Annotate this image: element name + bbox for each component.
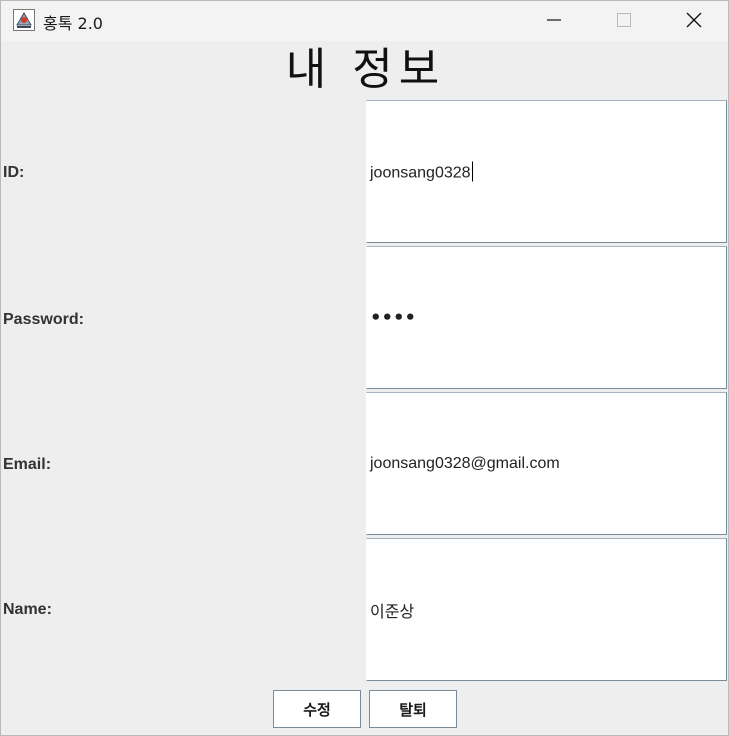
close-icon [686,12,702,28]
title-bar[interactable]: 홍톡 2.0 [1,1,728,41]
app-window: 홍톡 2.0 내 정보 ID: joonsang0328 Password: •… [0,0,729,736]
page-title: 내 정보 [285,44,446,95]
edit-button[interactable]: 수정 [273,690,361,728]
email-label: Email: [3,456,52,473]
minimize-icon [547,19,561,21]
maximize-button[interactable] [589,1,659,39]
name-label: Name: [3,601,52,618]
password-field[interactable]: •••• [366,246,727,389]
close-button[interactable] [659,1,728,39]
password-value: •••• [370,307,417,328]
minimize-button[interactable] [519,1,589,39]
withdraw-button[interactable]: 탈퇴 [369,690,457,728]
java-cup-icon [13,9,35,31]
id-field[interactable]: joonsang0328 [366,100,727,243]
maximize-icon [617,13,631,27]
name-value: 이준상 [370,603,415,621]
id-value: joonsang0328 [370,161,473,182]
email-field[interactable]: joonsang0328@gmail.com [366,392,727,535]
email-value: joonsang0328@gmail.com [370,454,560,472]
window-title: 홍톡 2.0 [43,14,103,33]
password-label: Password: [3,311,84,328]
id-label: ID: [3,164,25,181]
name-field[interactable]: 이준상 [366,538,727,681]
text-caret [471,161,473,181]
